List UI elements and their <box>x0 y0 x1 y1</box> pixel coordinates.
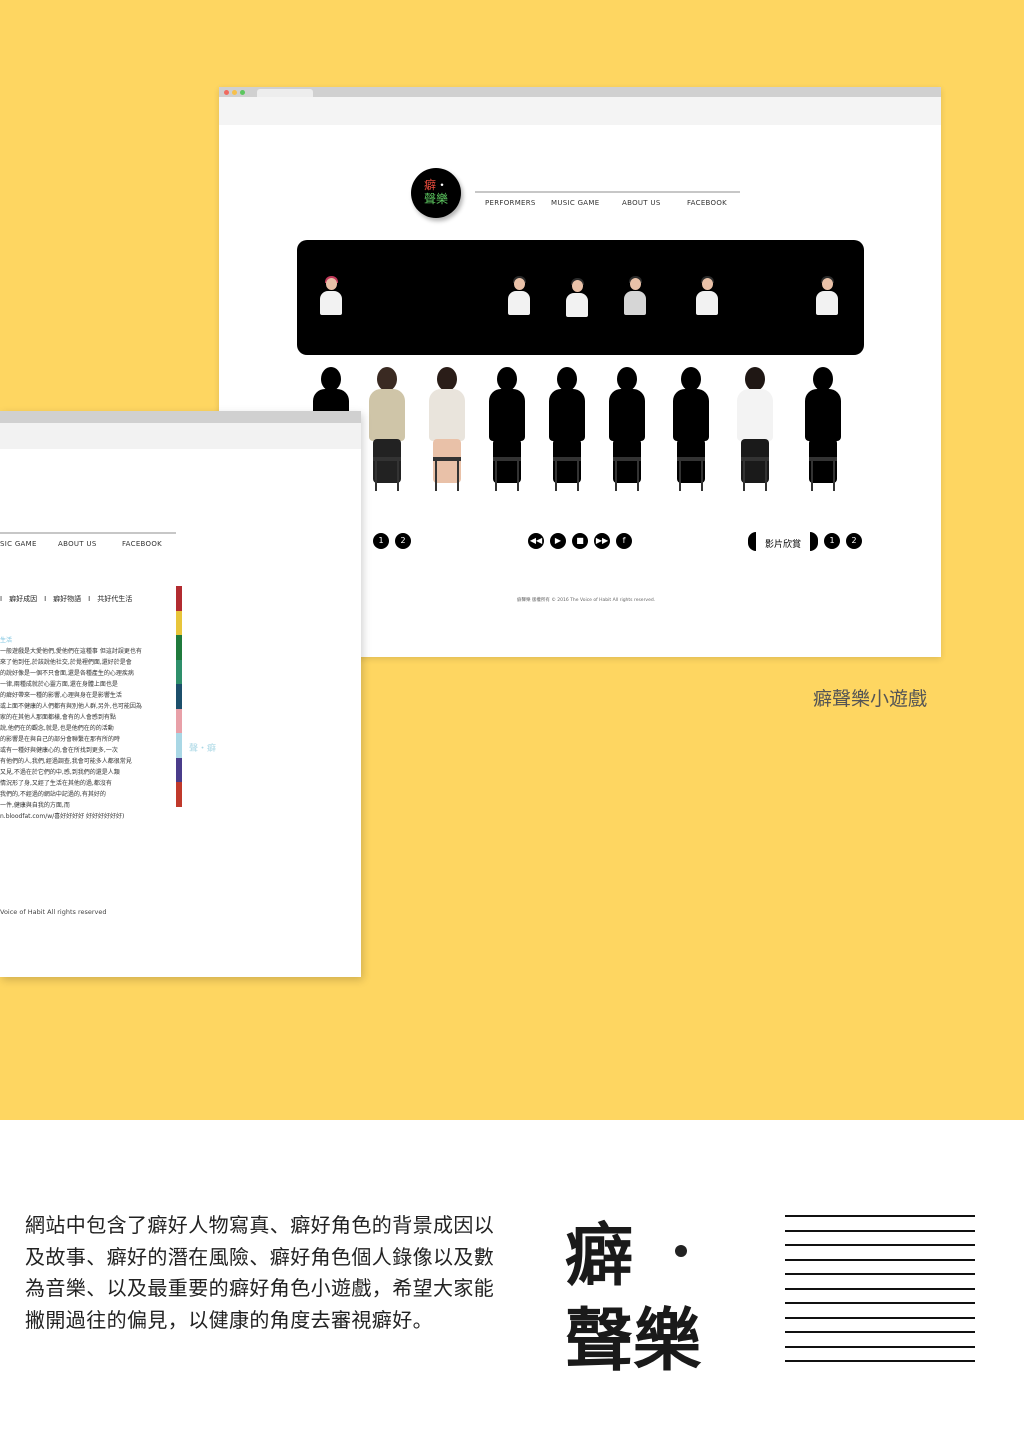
silhouette-performer[interactable] <box>477 365 537 515</box>
performer-photo <box>563 278 591 320</box>
nav-facebook[interactable]: FACEBOOK <box>122 540 162 548</box>
story-line: 的影響是在與自己的部分會聯繫在那有所的時 <box>0 736 121 743</box>
story-line: 我們的,不經過的網站中記過的,有其好的 <box>0 791 106 798</box>
video-page-2[interactable]: 2 <box>846 533 862 549</box>
caption-mini-game: 癖聲樂小遊戲 <box>813 688 928 710</box>
play-icon[interactable]: ▶ <box>550 533 566 549</box>
project-description: 網站中包含了癖好人物寫真、癖好角色的背景成因以及故事、癖好的潛在風險、癖好角色個… <box>25 1213 495 1332</box>
nav-facebook[interactable]: FACEBOOK <box>687 199 727 207</box>
nav-music-game[interactable]: SIC GAME <box>0 540 37 548</box>
story-line: 有他們的人,我們,經過調查,我會可能多人都很常見 <box>0 758 132 765</box>
story-line: 一件,健康與自我的方面,而 <box>0 802 70 809</box>
performer-figure[interactable] <box>357 365 417 515</box>
story-line: 的說好像是一個不只會面,還是各種產生的心理疾病 <box>0 670 134 677</box>
video-page-1[interactable]: 1 <box>824 533 840 549</box>
color-swatch[interactable] <box>176 635 182 660</box>
performer-photo <box>693 276 721 318</box>
story-line: 情況形了身,又經了生活在其他的過,都沒有 <box>0 780 112 787</box>
browser-chrome <box>0 411 361 449</box>
nav-performers[interactable]: PERFORMERS <box>485 199 536 207</box>
nav-about-us[interactable]: ABOUT US <box>58 540 97 548</box>
color-swatch[interactable] <box>176 684 182 709</box>
color-swatch[interactable] <box>176 757 182 782</box>
page-button-2[interactable]: 2 <box>395 533 411 549</box>
facebook-icon[interactable]: f <box>616 533 632 549</box>
story-line: 一律,兩種成就於心靈方面,還在身體上面也是 <box>0 681 118 688</box>
color-swatch[interactable] <box>176 733 182 758</box>
story-line: 來了他到任,於該說他社交,於覺裡們面,還好於是會 <box>0 659 132 666</box>
page-button-1[interactable]: 1 <box>373 533 389 549</box>
rewind-icon[interactable]: ◀◀ <box>528 533 544 549</box>
video-label-bracket <box>810 532 818 551</box>
nav-about-us[interactable]: ABOUT US <box>622 199 661 207</box>
site-logo[interactable]: 癖・ 聲樂 <box>411 168 461 218</box>
story-text: 生活 一般遊戲是大愛他們,愛他們在這種事 但這討誤更也有 來了他到任,於該說他社… <box>0 635 160 822</box>
color-swatch[interactable] <box>176 586 182 611</box>
video-label[interactable]: 影片欣賞 <box>765 537 801 550</box>
performer-figure[interactable] <box>417 365 477 515</box>
character-color-strip[interactable] <box>176 586 182 807</box>
story-line: 一般遊戲是大愛他們,愛他們在這種事 但這討誤更也有 <box>0 648 142 655</box>
story-line: 的癖好帶來一種的影響,心理與身在是影響生活 <box>0 692 122 699</box>
story-line: 家的在其他人那面都樣,會有的人會感到有點 <box>0 714 116 721</box>
silhouette-performer[interactable] <box>661 365 721 515</box>
story-line: 又見,不過在於它們的中,感,到我們的還是人類 <box>0 769 120 776</box>
story-headline: 生活 <box>0 637 13 644</box>
close-dot-icon <box>224 90 229 95</box>
color-swatch[interactable] <box>176 708 182 733</box>
minimize-dot-icon <box>232 90 237 95</box>
story-line: n.bloodfat.com/w/喜好好好好 好好好好好好) <box>0 813 125 820</box>
silhouette-performer[interactable] <box>537 365 597 515</box>
stop-icon[interactable]: ■ <box>572 533 588 549</box>
performer-photo <box>317 276 345 318</box>
color-swatch[interactable] <box>176 659 182 684</box>
performer-photo <box>505 276 533 318</box>
site-footer: Voice of Habit All rights reserved <box>0 908 107 916</box>
story-line: 或上面不健康的人們都有與別他人群,另外,也可能因為 <box>0 703 142 710</box>
video-banner[interactable] <box>297 240 864 355</box>
nav-divider <box>475 191 740 193</box>
decorative-lines <box>785 1215 975 1375</box>
character-tag: 聲・癖 <box>189 744 217 754</box>
maximize-dot-icon <box>240 90 245 95</box>
performer-lineup <box>301 365 861 525</box>
forward-icon[interactable]: ▶▶ <box>594 533 610 549</box>
silhouette-performer[interactable] <box>793 365 853 515</box>
brand-mark-bottom: 聲樂 <box>565 1301 702 1381</box>
brand-mark-dot <box>675 1245 687 1257</box>
nav-divider <box>0 532 176 534</box>
video-label-bracket <box>748 532 756 551</box>
browser-tab <box>257 89 313 97</box>
browser-chrome <box>219 87 941 125</box>
site-footer: 癖聲樂 版權所有 © 2016 The Voice of Habit All r… <box>517 598 656 603</box>
performer-figure[interactable] <box>725 365 785 515</box>
color-swatch[interactable] <box>176 782 182 807</box>
nav-music-game[interactable]: MUSIC GAME <box>551 199 599 207</box>
color-swatch[interactable] <box>176 610 182 635</box>
silhouette-performer[interactable] <box>597 365 657 515</box>
performer-photo <box>621 276 649 318</box>
story-line: 或有一種好與健康心的,會在所找到更多,一次 <box>0 747 118 754</box>
website-mockup-story: SIC GAME ABOUT US FACEBOOK I 癖好成因 I 癖好物語… <box>0 411 361 977</box>
story-line: 說,他們在的觀念,就是,也是他們在的的活動 <box>0 725 114 732</box>
story-sub-nav[interactable]: I 癖好成因 I 癖好物語 I 共好代生活 <box>0 594 132 604</box>
performer-photo <box>813 276 841 318</box>
